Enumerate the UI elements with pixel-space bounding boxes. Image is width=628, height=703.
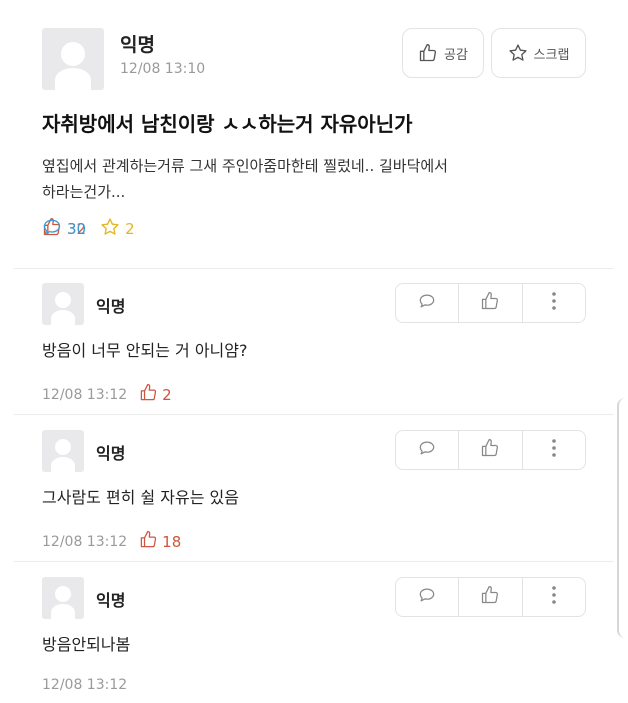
reply-button[interactable] xyxy=(396,284,460,322)
post-stats: 32 30 2 xyxy=(42,217,149,241)
comment-time: 12/08 13:12 xyxy=(42,533,128,550)
comment-author: 익명 xyxy=(96,591,126,610)
comment-time: 12/08 13:12 xyxy=(42,386,128,403)
reply-button[interactable] xyxy=(396,578,460,616)
more-button[interactable] xyxy=(523,578,585,616)
comment-like-button[interactable] xyxy=(459,431,523,469)
scrap-button-label: 스크랩 xyxy=(533,47,570,63)
post-body-line: 옆집에서 관계하는거류 그새 주인아줌마한테 찔렀네.. 길바닥에서 xyxy=(42,157,448,175)
more-button[interactable] xyxy=(523,431,585,469)
more-vertical-icon xyxy=(551,438,557,462)
comment-like-value: 2 xyxy=(162,385,172,404)
divider xyxy=(14,414,614,415)
more-button[interactable] xyxy=(523,284,585,322)
comment-like-value: 18 xyxy=(162,532,182,551)
comment-like-count: 2 xyxy=(139,383,172,406)
thumbs-up-icon xyxy=(418,43,438,63)
like-button-label: 공감 xyxy=(444,47,468,63)
comment-like-count: 18 xyxy=(139,530,181,553)
avatar-icon xyxy=(42,577,84,619)
comment-text: 그사람도 편히 쉴 자유는 있음 xyxy=(42,488,239,507)
post-title: 자취방에서 남친이랑 ㅅㅅ하는거 자유아닌가 xyxy=(42,112,413,136)
comment-like-button[interactable] xyxy=(459,284,523,322)
comment-actions xyxy=(395,283,586,323)
comment-meta: 12/08 13:12 2 xyxy=(42,383,172,406)
comment-like-button[interactable] xyxy=(459,578,523,616)
star-icon xyxy=(508,43,528,63)
avatar-icon xyxy=(42,283,84,325)
comment-meta: 12/08 13:12 xyxy=(42,677,127,693)
thumbs-up-icon xyxy=(480,585,500,609)
divider xyxy=(14,268,614,269)
comment-author: 익명 xyxy=(96,297,126,316)
comment-time: 12/08 13:12 xyxy=(42,677,128,693)
comment-actions xyxy=(395,577,586,617)
thumbs-up-icon xyxy=(480,291,500,315)
comment-count: 30 xyxy=(42,217,628,241)
reply-button[interactable] xyxy=(396,431,460,469)
more-vertical-icon xyxy=(551,585,557,609)
avatar-icon xyxy=(42,430,84,472)
post: 익명 12/08 13:10 공감 스크랩 자취방에서 남친이랑 ㅅㅅ하는거 자… xyxy=(0,0,628,268)
thumbs-up-icon xyxy=(480,438,500,462)
divider xyxy=(14,561,614,562)
comment-text: 방음안되나봄 xyxy=(42,635,131,654)
speech-bubble-icon xyxy=(417,291,437,315)
post-avatar-icon xyxy=(42,28,104,90)
comment-count-value: 30 xyxy=(67,220,87,238)
like-button[interactable]: 공감 xyxy=(402,28,484,78)
scrap-button[interactable]: 스크랩 xyxy=(491,28,586,78)
side-panel-edge xyxy=(617,398,628,638)
post-time: 12/08 13:10 xyxy=(120,61,206,77)
comment-meta: 12/08 13:12 18 xyxy=(42,530,181,553)
more-vertical-icon xyxy=(551,291,557,315)
speech-bubble-icon xyxy=(417,438,437,462)
comment-text: 방음이 너무 안되는 거 아니얌? xyxy=(42,341,248,360)
thumbs-up-icon xyxy=(139,530,158,553)
speech-bubble-icon xyxy=(42,217,62,241)
post-author: 익명 xyxy=(120,34,155,56)
speech-bubble-icon xyxy=(417,585,437,609)
comment-actions xyxy=(395,430,586,470)
comment-author: 익명 xyxy=(96,444,126,463)
post-body: 옆집에서 관계하는거류 그새 주인아줌마한테 찔렀네.. 길바닥에서 하라는건가… xyxy=(42,153,562,205)
post-body-line: 하라는건가... xyxy=(42,183,126,201)
thumbs-up-icon xyxy=(139,383,158,406)
